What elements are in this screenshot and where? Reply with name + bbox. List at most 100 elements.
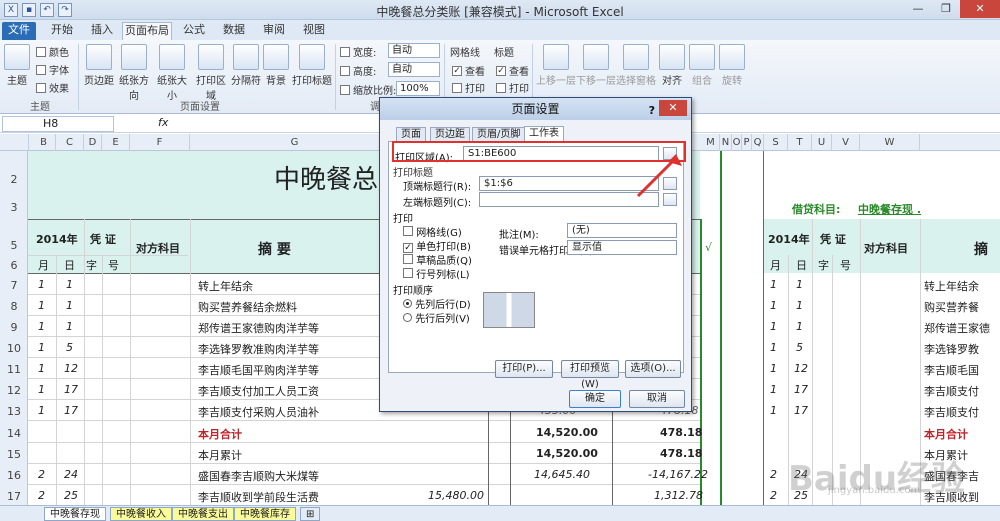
tab-page-layout[interactable]: 页面布局 xyxy=(122,22,172,40)
right-cell-day[interactable]: 17 xyxy=(794,383,808,396)
tab-review[interactable]: 审阅 xyxy=(256,22,292,40)
tab-home[interactable]: 开始 xyxy=(44,22,80,40)
col-header[interactable]: T xyxy=(788,134,812,151)
cell-month[interactable]: 2 xyxy=(38,468,45,481)
print-button[interactable]: 打印(P)... xyxy=(495,360,553,378)
group-button[interactable]: 组合 xyxy=(688,44,716,87)
col-header[interactable]: W xyxy=(860,134,920,151)
restore-icon[interactable]: ❐ xyxy=(932,0,960,18)
right-cell-month[interactable]: 2 xyxy=(770,489,777,502)
orientation-button[interactable]: 纸张方向 xyxy=(116,44,152,102)
cell-amount[interactable]: 14,520.00 xyxy=(536,426,598,439)
row-header[interactable]: 16 xyxy=(0,469,28,482)
sheet-tab[interactable]: 中晚餐存现 xyxy=(44,507,106,521)
tab-insert[interactable]: 插入 xyxy=(84,22,120,40)
cell-desc[interactable]: 购买营养餐结余燃料 xyxy=(198,299,297,315)
col-header[interactable]: B xyxy=(32,134,56,151)
cancel-button[interactable]: 取消 xyxy=(629,390,685,408)
tab-file[interactable]: 文件 xyxy=(2,22,36,40)
sheet-tab[interactable]: 中晚餐收入 xyxy=(110,507,172,521)
print-preview-button[interactable]: 打印预览(W) xyxy=(561,360,619,390)
col-header[interactable]: C xyxy=(56,134,84,151)
right-cell-day[interactable]: 12 xyxy=(794,362,808,375)
height-select[interactable]: 自动 xyxy=(388,62,440,77)
width-select[interactable]: 自动 xyxy=(388,43,440,58)
cell-day[interactable]: 24 xyxy=(64,468,78,481)
cell-balance[interactable]: 1,312.78 xyxy=(654,489,703,502)
col-header[interactable]: E xyxy=(102,134,130,151)
right-cell-desc[interactable]: 李吉顺毛国 xyxy=(924,362,979,378)
options-button[interactable]: 选项(O)... xyxy=(625,360,681,378)
effects-button[interactable]: 效果 xyxy=(36,80,69,95)
right-cell-month[interactable]: 1 xyxy=(770,278,777,291)
right-cell-day[interactable]: 1 xyxy=(796,299,803,312)
right-cell-day[interactable]: 1 xyxy=(796,320,803,333)
col-header[interactable]: F xyxy=(130,134,190,151)
row-col-checkbox[interactable]: 行号列标(L) xyxy=(403,266,470,281)
cell-desc[interactable]: 郑传谱王家德购肉洋芋等 xyxy=(198,320,319,336)
row-header[interactable]: 3 xyxy=(0,201,28,214)
print-area-button[interactable]: 打印区域 xyxy=(192,44,230,102)
row-header[interactable]: 6 xyxy=(0,259,28,272)
right-cell-desc[interactable]: 购买营养餐 xyxy=(924,299,979,315)
cell-debit[interactable]: 15,480.00 xyxy=(428,489,484,502)
cell-desc[interactable]: 李吉顺支付采购人员油补 xyxy=(198,404,319,420)
row-header[interactable]: 10 xyxy=(0,342,28,355)
down-then-over-radio[interactable]: 先列后行(D) xyxy=(403,296,471,311)
right-cell-month[interactable]: 1 xyxy=(770,362,777,375)
dialog-close-icon[interactable]: ✕ xyxy=(659,100,687,116)
row-header[interactable]: 11 xyxy=(0,363,28,376)
cell-desc[interactable]: 李吉顺收到学前段生活费 xyxy=(198,489,319,505)
dialog-tab-margins[interactable]: 页边距 xyxy=(430,127,470,142)
dialog-tab-sheet[interactable]: 工作表 xyxy=(524,126,564,142)
row-header[interactable]: 15 xyxy=(0,448,28,461)
cell-month[interactable]: 1 xyxy=(38,299,45,312)
cell-day[interactable]: 1 xyxy=(66,320,73,333)
cell-month[interactable]: 1 xyxy=(38,362,45,375)
cell-day[interactable]: 25 xyxy=(64,489,78,502)
col-header[interactable]: N xyxy=(720,134,732,151)
cell-desc[interactable]: 本月累计 xyxy=(198,447,242,463)
cell-month[interactable]: 1 xyxy=(38,278,45,291)
gridlines-view-option[interactable]: ✓ 查看 xyxy=(452,63,485,78)
tab-formulas[interactable]: 公式 xyxy=(176,22,212,40)
col-header[interactable]: U xyxy=(812,134,832,151)
cell-balance[interactable]: -14,167.22 xyxy=(648,468,708,481)
right-cell-desc[interactable]: 本月合计 xyxy=(924,426,968,442)
dialog-tab-header-footer[interactable]: 页眉/页脚 xyxy=(472,127,526,142)
minimize-icon[interactable]: — xyxy=(904,0,932,18)
row-header[interactable]: 9 xyxy=(0,321,28,334)
cell-month[interactable]: 2 xyxy=(38,489,45,502)
cell-balance[interactable]: 478.18 xyxy=(660,447,702,460)
row-header[interactable]: 14 xyxy=(0,427,28,440)
row-header[interactable]: 8 xyxy=(0,300,28,313)
right-cell-month[interactable]: 1 xyxy=(770,341,777,354)
cell-amount[interactable]: 14,645.40 xyxy=(534,468,590,481)
row-header[interactable]: 13 xyxy=(0,405,28,418)
cell-day[interactable]: 17 xyxy=(64,383,78,396)
align-button[interactable]: 对齐 xyxy=(658,44,686,87)
cell-day[interactable]: 17 xyxy=(64,404,78,417)
cell-month[interactable]: 1 xyxy=(38,320,45,333)
right-cell-month[interactable]: 1 xyxy=(770,383,777,396)
col-header[interactable]: G xyxy=(190,134,400,151)
sheet-tab[interactable]: 中晚餐库存 xyxy=(234,507,296,521)
close-icon[interactable]: ✕ xyxy=(960,0,1000,18)
cell-desc[interactable]: 转上年结余 xyxy=(198,278,253,294)
col-header[interactable]: D xyxy=(84,134,102,151)
right-cell-month[interactable]: 2 xyxy=(770,468,777,481)
cell-desc[interactable]: 李选锋罗教准购肉洋芋等 xyxy=(198,341,319,357)
cell-day[interactable]: 1 xyxy=(66,278,73,291)
draft-checkbox[interactable]: 草稿品质(Q) xyxy=(403,252,472,267)
cell-month[interactable]: 1 xyxy=(38,341,45,354)
bw-checkbox[interactable]: ✓ 单色打印(B) xyxy=(403,238,471,253)
right-cell-desc[interactable]: 郑传谱王家德 xyxy=(924,320,990,336)
print-titles-button[interactable]: 打印标题 xyxy=(292,44,332,87)
cell-desc[interactable]: 李吉顺毛国平购肉洋芋等 xyxy=(198,362,319,378)
name-box[interactable]: H8 xyxy=(2,116,114,132)
theme-button[interactable]: 主题 xyxy=(4,44,30,87)
col-header[interactable]: M xyxy=(702,134,720,151)
tab-view[interactable]: 视图 xyxy=(296,22,332,40)
right-cell-month[interactable]: 1 xyxy=(770,320,777,333)
send-backward-button[interactable]: 下移一层 xyxy=(576,44,616,87)
